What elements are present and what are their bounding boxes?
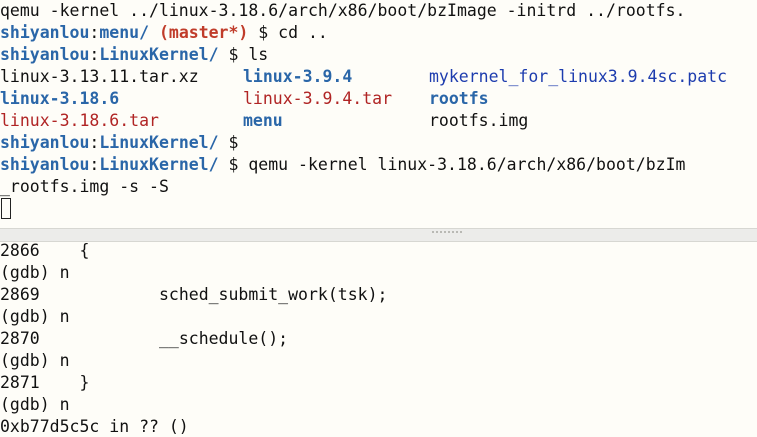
ls-output-row: linux-3.18.6.tar menu rootfs.img: [0, 110, 757, 132]
prompt-separator: :: [89, 133, 100, 152]
shell-prompt-line: shiyanlou:LinuxKernel/ $ qemu -kernel li…: [0, 154, 685, 176]
gdb-output-line: 2869 sched_submit_work(tsk);: [0, 285, 388, 304]
gdb-terminal-pane[interactable]: 2866 { (gdb) n 2869 sched_submit_work(ts…: [0, 240, 757, 437]
prompt-user: shiyanlou: [0, 155, 90, 174]
prompt-separator: :: [89, 23, 100, 42]
prompt-separator: :: [89, 155, 100, 174]
gdb-output-line: 2870 __schedule();: [0, 329, 289, 348]
shell-prompt-line: shiyanlou:menu/ (master*) $ cd ..: [0, 22, 328, 44]
gdb-output-line: 2866 {: [0, 241, 90, 260]
prompt-path: LinuxKernel/: [99, 155, 219, 174]
prompt-separator: :: [89, 45, 100, 64]
gdb-prompt-line: (gdb) n: [0, 351, 70, 370]
terminal-output-line: _rootfs.img -s -S: [0, 177, 169, 196]
git-branch-indicator: (master*): [158, 23, 249, 42]
ls-output-row: linux-3.18.6 linux-3.9.4.tar rootfs: [0, 88, 757, 110]
prompt-command: $ cd ..: [248, 23, 328, 42]
splitter-grip-icon: [432, 231, 462, 238]
gdb-prompt-line: (gdb) n: [0, 395, 70, 414]
ls-entry-patch: mykernel_for_linux3.9.4sc.patc: [429, 67, 728, 86]
prompt-command: $ qemu -kernel linux-3.18.6/arch/x86/boo…: [218, 155, 686, 174]
prompt-user: shiyanlou: [0, 45, 90, 64]
gdb-prompt-line: (gdb) n: [0, 307, 70, 326]
shell-prompt-line: shiyanlou:LinuxKernel/ $: [0, 132, 238, 154]
top-terminal-pane[interactable]: qemu -kernel ../linux-3.18.6/arch/x86/bo…: [0, 0, 757, 228]
shell-prompt-line: shiyanlou:LinuxKernel/ $ ls: [0, 44, 268, 66]
prompt-path: menu/: [99, 23, 150, 42]
ls-entry-archive: linux-3.9.4.tar: [243, 89, 393, 108]
terminal-cursor: [1, 198, 11, 219]
ls-entry-directory: rootfs: [429, 89, 489, 108]
prompt-user: shiyanlou: [0, 133, 90, 152]
ls-entry-directory: linux-3.9.4: [243, 67, 353, 86]
prompt-path: LinuxKernel/: [99, 45, 219, 64]
terminal-output-line: qemu -kernel ../linux-3.18.6/arch/x86/bo…: [0, 1, 686, 20]
gdb-output-line: 2871 }: [0, 373, 90, 392]
prompt-command: $: [218, 133, 239, 152]
ls-entry-file: linux-3.13.11.tar.xz: [0, 67, 199, 86]
ls-output-row: linux-3.13.11.tar.xz linux-3.9.4 mykerne…: [0, 66, 757, 88]
ls-entry-directory: menu: [243, 111, 283, 130]
prompt-user: shiyanlou: [0, 23, 90, 42]
ls-entry-archive: linux-3.18.6.tar: [0, 111, 159, 130]
prompt-command: $ ls: [218, 45, 269, 64]
prompt-path: LinuxKernel/: [99, 133, 219, 152]
ls-entry-file: rootfs.img: [429, 111, 529, 130]
ls-entry-directory: linux-3.18.6: [0, 89, 120, 108]
gdb-output-line: 0xb77d5c5c in ?? (): [0, 417, 189, 436]
gdb-prompt-line: (gdb) n: [0, 263, 70, 282]
